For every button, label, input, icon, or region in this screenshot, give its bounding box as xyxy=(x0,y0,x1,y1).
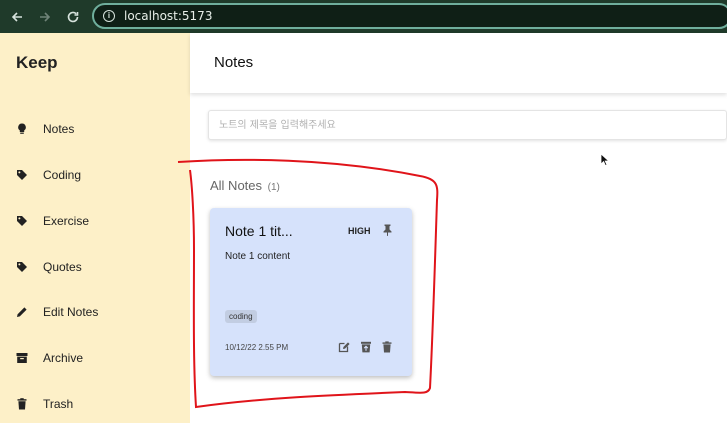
arrow-right-icon xyxy=(40,11,51,22)
trash-icon xyxy=(16,397,28,411)
sidebar-item-archive[interactable]: Archive xyxy=(16,348,83,368)
sidebar-item-edit-notes[interactable]: Edit Notes xyxy=(16,302,98,322)
pencil-icon xyxy=(16,305,28,319)
lightbulb-icon xyxy=(16,122,28,136)
page-title: Notes xyxy=(214,54,254,71)
edit-button[interactable] xyxy=(338,340,350,353)
pin-icon[interactable] xyxy=(382,224,393,236)
app-logo: Keep xyxy=(16,53,58,72)
sidebar-item-label: Notes xyxy=(43,122,75,136)
priority-badge: HIGH xyxy=(348,226,371,236)
edit-icon xyxy=(338,342,350,353)
app-header: Notes xyxy=(190,33,727,93)
browser-toolbar: i localhost:5173 xyxy=(0,0,727,33)
sidebar-item-label: Coding xyxy=(43,168,82,182)
arrow-left-icon xyxy=(11,11,22,22)
section-heading: All Notes (1) xyxy=(210,178,280,193)
sidebar-item-trash[interactable]: Trash xyxy=(16,394,73,414)
sidebar-item-label: Quotes xyxy=(43,260,82,274)
note-title-input[interactable] xyxy=(208,110,727,140)
note-tag[interactable]: coding xyxy=(225,310,257,323)
sidebar-item-notes[interactable]: Notes xyxy=(16,119,74,139)
archive-icon xyxy=(361,341,371,353)
delete-button[interactable] xyxy=(381,340,393,353)
forward-button[interactable] xyxy=(34,6,56,28)
section-title: All Notes xyxy=(210,178,263,193)
url-text: localhost:5173 xyxy=(124,9,213,23)
note-title: Note 1 tit... xyxy=(225,223,293,239)
tag-icon xyxy=(16,168,28,182)
notes-count: (1) xyxy=(267,182,280,193)
reload-icon xyxy=(67,11,79,22)
archive-icon xyxy=(16,351,28,365)
archive-button[interactable] xyxy=(360,340,372,353)
tag-icon xyxy=(16,260,28,274)
sidebar: Keep Notes Coding Exercise Quotes Edit N… xyxy=(0,33,190,423)
info-icon[interactable]: i xyxy=(103,10,115,22)
back-button[interactable] xyxy=(6,6,28,28)
address-bar[interactable]: i localhost:5173 xyxy=(92,3,727,29)
tag-icon xyxy=(16,214,28,228)
sidebar-item-label: Archive xyxy=(43,351,84,365)
sidebar-item-label: Exercise xyxy=(43,214,90,228)
sidebar-item-quotes[interactable]: Quotes xyxy=(16,257,82,277)
note-date: 10/12/22 2.55 PM xyxy=(225,343,289,352)
note-content: Note 1 content xyxy=(225,251,291,262)
note-card[interactable]: Note 1 tit... HIGH Note 1 content coding… xyxy=(210,208,412,376)
sidebar-item-coding[interactable]: Coding xyxy=(16,165,81,185)
sidebar-item-label: Edit Notes xyxy=(43,305,99,319)
sidebar-item-label: Trash xyxy=(43,397,74,411)
sidebar-item-exercise[interactable]: Exercise xyxy=(16,211,89,231)
mouse-cursor-icon xyxy=(600,153,610,167)
reload-button[interactable] xyxy=(62,6,84,28)
trash-icon xyxy=(382,341,392,353)
